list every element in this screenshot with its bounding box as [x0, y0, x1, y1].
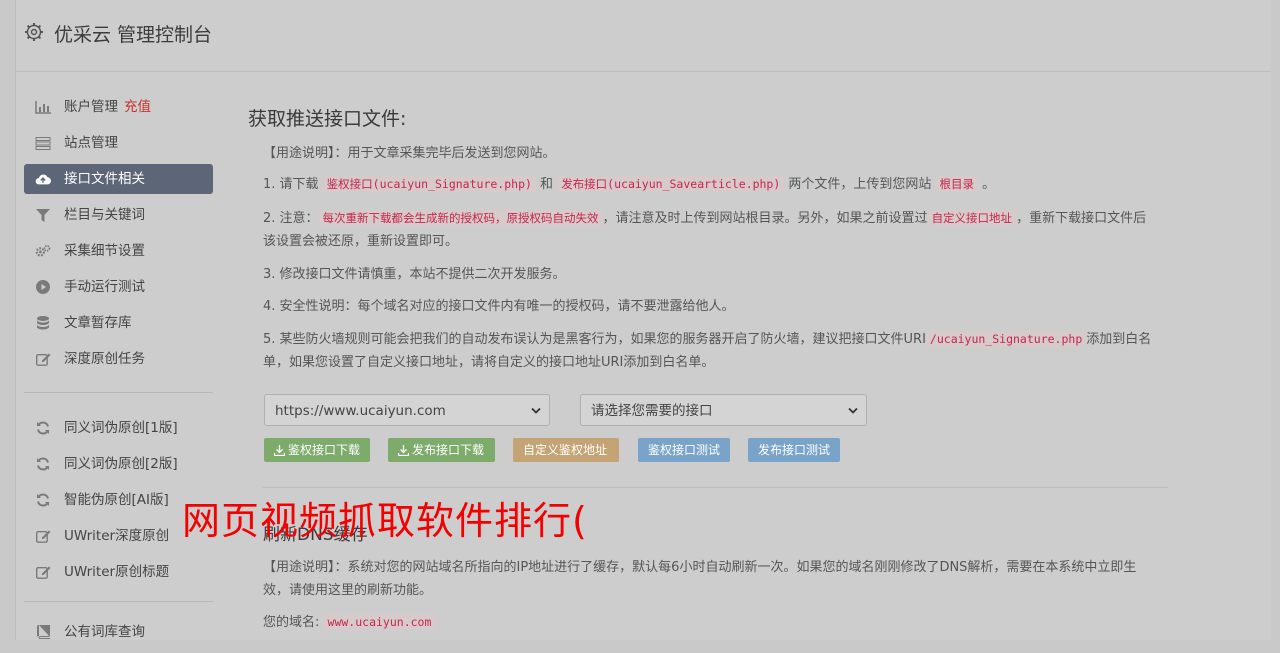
sidebar-item-public-thesaurus[interactable]: 公有词库查询: [24, 617, 213, 647]
sidebar-divider: [24, 392, 213, 393]
code-sign-file: 鉴权接口(ucaiyun_Signature.php): [322, 176, 536, 192]
database-icon: [35, 316, 51, 330]
instruction-2: 2. 注意： 每次重新下载都会生成新的授权码，原授权码自动失效 ，请注意及时上传到网…: [263, 207, 1153, 253]
sidebar-item-label: 手动运行测试: [64, 279, 145, 295]
test-sign-api-button[interactable]: 鉴权接口测试: [638, 438, 730, 462]
sidebar-item-manual-run[interactable]: 手动运行测试: [24, 272, 213, 302]
sidebar-item-label: 账户管理: [64, 99, 118, 115]
edit-icon: [35, 352, 51, 366]
refresh-icon: [35, 421, 51, 435]
gear-icon: [25, 23, 43, 41]
edit-icon: [35, 565, 51, 579]
sidebar-item-article-store[interactable]: 文章暂存库: [24, 308, 213, 338]
code-custom-url: 自定义接口地址: [927, 210, 1017, 226]
code-signature-uri: /ucaiyun_Signature.php: [925, 331, 1087, 347]
sidebar-item-synonym-v1[interactable]: 同义词伪原创[1版]: [24, 413, 213, 443]
sidebar-item-label: 同义词伪原创[1版]: [64, 420, 178, 436]
code-publish-file: 发布接口(ucaiyun_Savearticle.php): [557, 176, 785, 192]
instruction-5: 5. 某些防火墙规则可能会把我们的自动发布误认为是黑客行为，如果您的服务器开启了…: [263, 328, 1153, 374]
sidebar-item-label: 站点管理: [64, 135, 118, 151]
sidebar-item-label: 接口文件相关: [64, 171, 145, 187]
edit-icon: [35, 529, 51, 543]
domain-label: 您的域名:: [263, 615, 320, 630]
book-icon: [35, 625, 51, 639]
code-root-dir: 根目录: [935, 176, 979, 192]
text: 和: [535, 177, 558, 192]
sidebar-item-sites[interactable]: 站点管理: [24, 128, 213, 158]
download-icon: [397, 445, 410, 457]
recharge-link[interactable]: 充值: [124, 99, 151, 115]
sidebar-item-uwriter-title[interactable]: UWriter原创标题: [24, 557, 213, 587]
text: 2. 注意：: [263, 211, 319, 226]
bar-chart-icon: [35, 100, 51, 114]
domain-row: 您的域名: www.ucaiyun.com: [263, 611, 1153, 634]
api-select-value: 请选择您需要的接口: [591, 403, 713, 419]
custom-sign-url-button[interactable]: 自定义鉴权地址: [513, 438, 619, 462]
sidebar-item-account[interactable]: 账户管理 充值: [24, 92, 213, 122]
instruction-4: 4. 安全性说明：每个域名对应的接口文件内有唯一的授权码，请不要泄露给他人。: [263, 299, 735, 314]
sidebar-item-api-files[interactable]: 接口文件相关: [24, 164, 213, 194]
chevron-down-icon: [531, 407, 541, 414]
sidebar-item-label: 深度原创任务: [64, 351, 145, 367]
refresh-icon: [35, 457, 51, 471]
button-label: 鉴权接口下载: [288, 443, 361, 457]
text: 。: [978, 177, 996, 192]
chevron-down-icon: [848, 407, 858, 414]
sidebar-item-label: 公有词库查询: [64, 624, 145, 640]
sidebar-item-label: 同义词伪原创[2版]: [64, 456, 178, 472]
sidebar-divider: [24, 601, 213, 602]
sidebar: 账户管理 充值 站点管理 接口文件相关 栏目与关键词 采集细节设置 手动运行测试…: [24, 92, 213, 653]
filter-icon: [35, 208, 51, 222]
cloud-upload-icon: [35, 172, 51, 186]
sidebar-item-label: 文章暂存库: [64, 315, 132, 331]
sidebar-item-synonym-v2[interactable]: 同义词伪原创[2版]: [24, 449, 213, 479]
sidebar-item-label: UWriter深度原创: [64, 528, 170, 544]
text: ，请注意及时上传到网站根目录。另外，如果之前设置过: [602, 211, 928, 226]
text: 1. 请下载: [263, 177, 323, 192]
refresh-icon: [35, 493, 51, 507]
page-scrollbar[interactable]: [1271, 0, 1280, 640]
server-icon: [35, 136, 51, 150]
usage-note: 【用途说明】：用于文章采集完毕后发送到您网站。: [263, 146, 556, 161]
domain-value: www.ucaiyun.com: [323, 614, 436, 630]
sidebar-item-columns-keywords[interactable]: 栏目与关键词: [24, 200, 213, 230]
dns-usage-note: 【用途说明】：系统对您的网站域名所指向的IP地址进行了缓存，默认每6小时自动刷新…: [263, 560, 1137, 598]
code-regen-warning: 每次重新下载都会生成新的授权码，原授权码自动失效: [318, 210, 603, 226]
sidebar-item-label: UWriter原创标题: [64, 564, 170, 580]
play-circle-icon: [35, 280, 51, 294]
instruction-3: 3. 修改接口文件请慎重，本站不提供二次开发服务。: [263, 267, 566, 282]
download-icon: [273, 445, 286, 457]
sidebar-item-label: 采集细节设置: [64, 243, 145, 259]
download-publish-api-button[interactable]: 发布接口下载: [388, 438, 495, 462]
section-heading-api-files: 获取推送接口文件:: [248, 108, 407, 130]
text: 两个文件，上传到您网站: [784, 177, 936, 192]
sidebar-item-deep-original[interactable]: 深度原创任务: [24, 344, 213, 374]
sidebar-item-label: 栏目与关键词: [64, 207, 145, 223]
button-label: 发布接口下载: [412, 443, 485, 457]
text: 5. 某些防火墙规则可能会把我们的自动发布误认为是黑客行为，如果您的服务器开启了…: [263, 332, 926, 347]
watermark-overlay-text: 网页视频抓取软件排行(: [182, 499, 588, 543]
sidebar-item-label: 智能伪原创[AI版]: [64, 492, 169, 508]
test-publish-api-button[interactable]: 发布接口测试: [748, 438, 840, 462]
instruction-1: 1. 请下载 鉴权接口(ucaiyun_Signature.php) 和 发布接…: [263, 173, 1153, 196]
api-select[interactable]: 请选择您需要的接口: [580, 394, 867, 426]
site-select[interactable]: https://www.ucaiyun.com: [264, 394, 550, 426]
cogs-icon: [35, 244, 51, 258]
sidebar-item-collect-settings[interactable]: 采集细节设置: [24, 236, 213, 266]
download-sign-api-button[interactable]: 鉴权接口下载: [264, 438, 370, 462]
site-select-value: https://www.ucaiyun.com: [275, 403, 446, 419]
app-title: 优采云 管理控制台: [54, 24, 213, 46]
section-divider: [263, 487, 1168, 488]
